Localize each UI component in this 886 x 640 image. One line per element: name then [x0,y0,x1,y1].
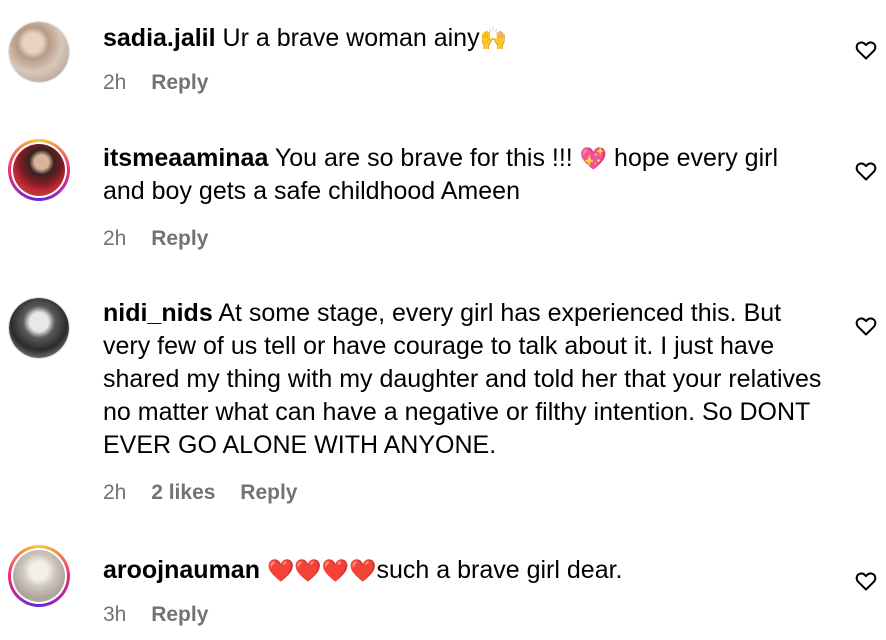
timestamp: 2h [103,227,127,250]
likes-count[interactable]: 2 likes [151,481,215,504]
raising-hands-emoji: 🙌 [479,26,507,51]
reply-button[interactable]: Reply [151,603,208,626]
comment-meta: 2h 2 likes Reply [103,481,316,505]
username[interactable]: itsmeaaminaa [103,144,268,172]
timestamp: 3h [103,603,127,626]
reply-button[interactable]: Reply [151,71,208,94]
timestamp: 2h [103,71,127,94]
username[interactable]: nidi_nids [103,299,213,327]
comment-body: aroojnauman ❤️❤️❤️❤️such a brave girl de… [103,554,823,587]
heart-outline-icon[interactable] [854,314,878,338]
comment-text: You are so brave for this !!! [274,144,580,172]
comment-text: such a brave girl dear. [376,556,623,584]
comment-meta: 3h Reply [103,603,227,627]
avatar[interactable] [8,297,70,359]
sparkling-heart-emoji: 💖 [579,146,608,171]
heart-outline-icon[interactable] [854,38,878,62]
reply-button[interactable]: Reply [240,481,297,504]
heart-outline-icon[interactable] [854,159,878,183]
comment-meta: 2h Reply [103,227,227,251]
username[interactable]: sadia.jalil [103,24,216,52]
heart-outline-icon[interactable] [854,569,878,593]
comment-text: Ur a brave woman ainy [222,24,480,52]
comment-body: nidi_nids At some stage, every girl has … [103,297,823,462]
timestamp: 2h [103,481,127,504]
avatar[interactable] [8,545,70,607]
comment-body: sadia.jalil Ur a brave woman ainy🙌 [103,22,823,55]
red-heart-emoji: ❤️❤️❤️❤️ [266,558,377,583]
comment-body: itsmeaaminaa You are so brave for this !… [103,142,823,208]
comment-meta: 2h Reply [103,71,227,95]
avatar[interactable] [8,21,70,83]
reply-button[interactable]: Reply [151,227,208,250]
avatar[interactable] [8,139,70,201]
username[interactable]: aroojnauman [103,556,260,584]
